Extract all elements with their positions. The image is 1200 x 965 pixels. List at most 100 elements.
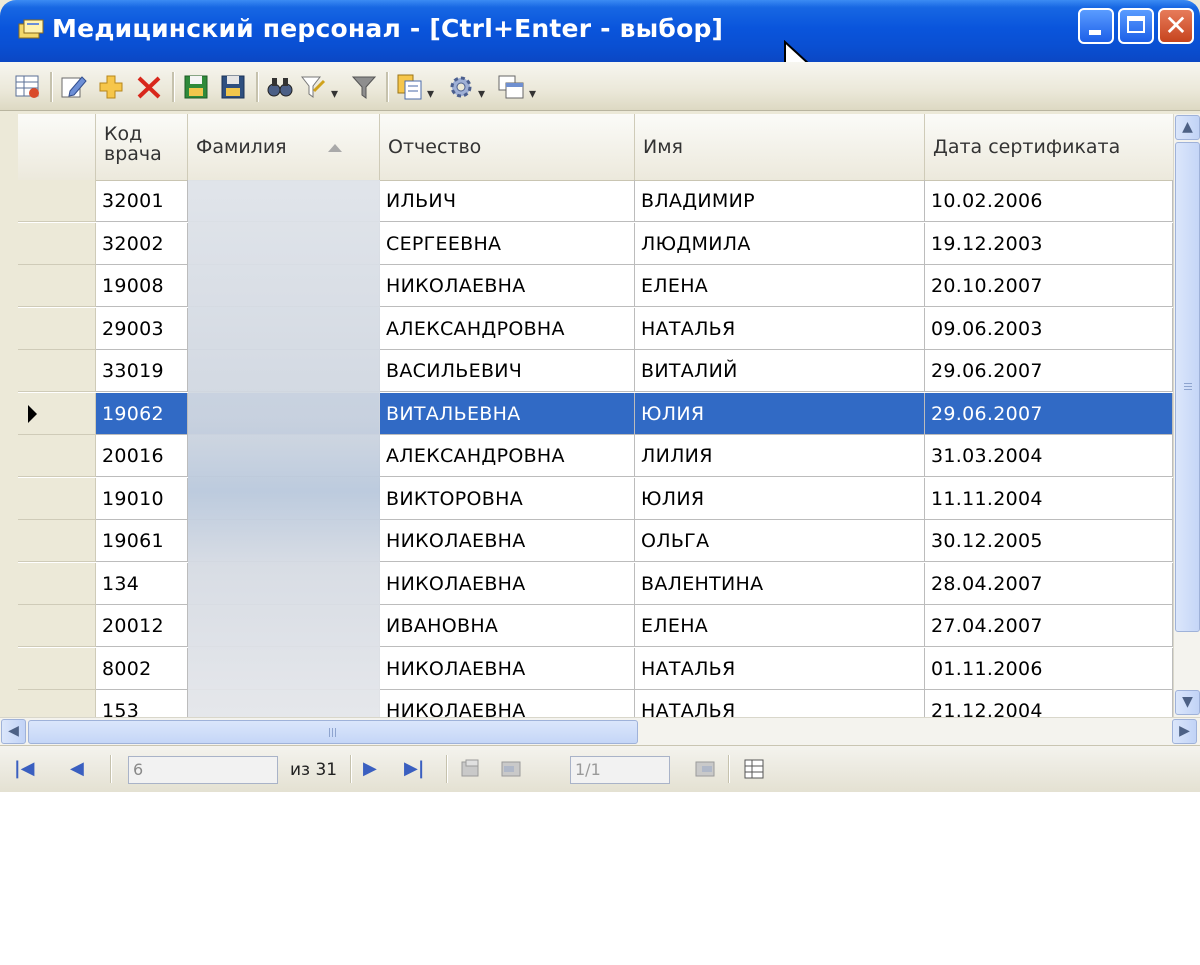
row-selector[interactable]	[18, 265, 96, 307]
delete-icon[interactable]	[135, 73, 163, 101]
cell-code[interactable]: 32001	[96, 180, 188, 222]
cell-name[interactable]: ВЛАДИМИР	[635, 180, 925, 222]
cell-cert-date[interactable]: 29.06.2007	[925, 350, 1173, 392]
row-selector[interactable]	[18, 435, 96, 477]
row-selector[interactable]	[18, 222, 96, 265]
cell-name[interactable]: ЮЛИЯ	[635, 477, 925, 520]
cell-code[interactable]: 153	[96, 690, 188, 717]
cell-patronymic[interactable]: СЕРГЕЕВНА	[380, 222, 635, 265]
previous-record-button[interactable]: ◀	[70, 760, 84, 778]
cell-code[interactable]: 20016	[96, 435, 188, 477]
first-record-button[interactable]: |◀	[14, 760, 34, 778]
page-first-icon[interactable]	[460, 758, 482, 780]
chevron-down-icon[interactable]: ▾	[331, 86, 338, 102]
vertical-scroll-thumb[interactable]	[1175, 142, 1200, 632]
cell-cert-date[interactable]: 27.04.2007	[925, 605, 1173, 647]
cell-name[interactable]: ЛИЛИЯ	[635, 435, 925, 477]
cell-patronymic[interactable]: ВИКТОРОВНА	[380, 477, 635, 520]
chevron-down-icon[interactable]: ▾	[529, 86, 536, 102]
cell-name[interactable]: ЕЛЕНА	[635, 605, 925, 647]
cell-patronymic[interactable]: ИЛЬИЧ	[380, 180, 635, 222]
cell-patronymic[interactable]: АЛЕКСАНДРОВНА	[380, 435, 635, 477]
data-grid[interactable]: Код врача Фамилия Отчество Имя Дата серт…	[18, 114, 1173, 717]
minimize-button[interactable]	[1078, 8, 1114, 44]
find-icon[interactable]	[266, 73, 294, 101]
cell-cert-date[interactable]: 28.04.2007	[925, 562, 1173, 605]
cell-cert-date[interactable]: 01.11.2006	[925, 647, 1173, 690]
column-header-surname[interactable]: Фамилия	[188, 114, 380, 180]
maximize-button[interactable]	[1118, 8, 1154, 44]
window-icon[interactable]	[497, 73, 525, 101]
row-selector[interactable]	[18, 690, 96, 717]
cell-patronymic[interactable]: НИКОЛАЕВНА	[380, 562, 635, 605]
cell-code[interactable]: 29003	[96, 307, 188, 350]
save-icon[interactable]	[182, 73, 210, 101]
cell-patronymic[interactable]: ВИТАЛЬЕВНА	[380, 392, 635, 435]
row-selector[interactable]	[18, 392, 96, 435]
title-bar[interactable]: Медицинский персонал - [Ctrl+Enter - выб…	[0, 0, 1200, 62]
filter-icon[interactable]	[350, 73, 378, 101]
chevron-down-icon[interactable]: ▾	[427, 86, 434, 102]
cell-name[interactable]: ВАЛЕНТИНА	[635, 562, 925, 605]
column-header-name[interactable]: Имя	[635, 114, 925, 180]
column-header-code[interactable]: Код врача	[96, 114, 188, 180]
cell-code[interactable]: 20012	[96, 605, 188, 647]
cell-name[interactable]: НАТАЛЬЯ	[635, 647, 925, 690]
cell-code[interactable]: 32002	[96, 222, 188, 265]
row-selector[interactable]	[18, 520, 96, 562]
edit-icon[interactable]	[60, 73, 88, 101]
cell-name[interactable]: ВИТАЛИЙ	[635, 350, 925, 392]
row-selector[interactable]	[18, 307, 96, 350]
cell-cert-date[interactable]: 19.12.2003	[925, 222, 1173, 265]
grid-view-icon[interactable]	[743, 758, 765, 780]
row-selector[interactable]	[18, 605, 96, 647]
gear-icon[interactable]	[447, 73, 475, 101]
cell-patronymic[interactable]: ИВАНОВНА	[380, 605, 635, 647]
horizontal-scroll-thumb[interactable]	[28, 720, 638, 744]
cell-patronymic[interactable]: НИКОЛАЕВНА	[380, 647, 635, 690]
cell-patronymic[interactable]: ВАСИЛЬЕВИЧ	[380, 350, 635, 392]
cell-name[interactable]: ЛЮДМИЛА	[635, 222, 925, 265]
cell-code[interactable]: 134	[96, 562, 188, 605]
cell-code[interactable]: 19062	[96, 392, 188, 435]
cell-code[interactable]: 8002	[96, 647, 188, 690]
cell-name[interactable]: ОЛЬГА	[635, 520, 925, 562]
scroll-up-button[interactable]: ▲	[1175, 115, 1200, 140]
record-position-input[interactable]: 6	[128, 756, 278, 784]
scroll-right-button[interactable]: ▶	[1172, 719, 1197, 744]
row-selector[interactable]	[18, 647, 96, 690]
cell-code[interactable]: 33019	[96, 350, 188, 392]
cell-name[interactable]: ЕЛЕНА	[635, 265, 925, 307]
cell-name[interactable]: ЮЛИЯ	[635, 392, 925, 435]
chevron-down-icon[interactable]: ▾	[478, 86, 485, 102]
row-selector-header[interactable]	[18, 114, 96, 180]
cell-cert-date[interactable]: 10.02.2006	[925, 180, 1173, 222]
cell-patronymic[interactable]: НИКОЛАЕВНА	[380, 520, 635, 562]
cell-cert-date[interactable]: 30.12.2005	[925, 520, 1173, 562]
column-header-patronymic[interactable]: Отчество	[380, 114, 635, 180]
next-record-button[interactable]: ▶	[363, 760, 377, 778]
copy-icon[interactable]	[396, 73, 424, 101]
cell-name[interactable]: НАТАЛЬЯ	[635, 690, 925, 717]
cell-code[interactable]: 19008	[96, 265, 188, 307]
cell-cert-date[interactable]: 31.03.2004	[925, 435, 1173, 477]
save-all-icon[interactable]	[219, 73, 247, 101]
scroll-down-button[interactable]: ▼	[1175, 690, 1200, 715]
page-next-icon[interactable]	[694, 758, 716, 780]
cell-cert-date[interactable]: 29.06.2007	[925, 392, 1173, 435]
scroll-left-button[interactable]: ◀	[1, 719, 26, 744]
filter-settings-icon[interactable]	[300, 73, 328, 101]
close-button[interactable]: ✕	[1158, 8, 1194, 44]
row-selector[interactable]	[18, 180, 96, 222]
cell-cert-date[interactable]: 21.12.2004	[925, 690, 1173, 717]
last-record-button[interactable]: ▶|	[404, 760, 424, 778]
cell-code[interactable]: 19010	[96, 477, 188, 520]
cell-cert-date[interactable]: 20.10.2007	[925, 265, 1173, 307]
cell-name[interactable]: НАТАЛЬЯ	[635, 307, 925, 350]
cell-code[interactable]: 19061	[96, 520, 188, 562]
page-previous-icon[interactable]	[500, 758, 522, 780]
cell-patronymic[interactable]: НИКОЛАЕВНА	[380, 690, 635, 717]
row-selector[interactable]	[18, 562, 96, 605]
cell-cert-date[interactable]: 11.11.2004	[925, 477, 1173, 520]
page-number-input[interactable]: 1/1	[570, 756, 670, 784]
